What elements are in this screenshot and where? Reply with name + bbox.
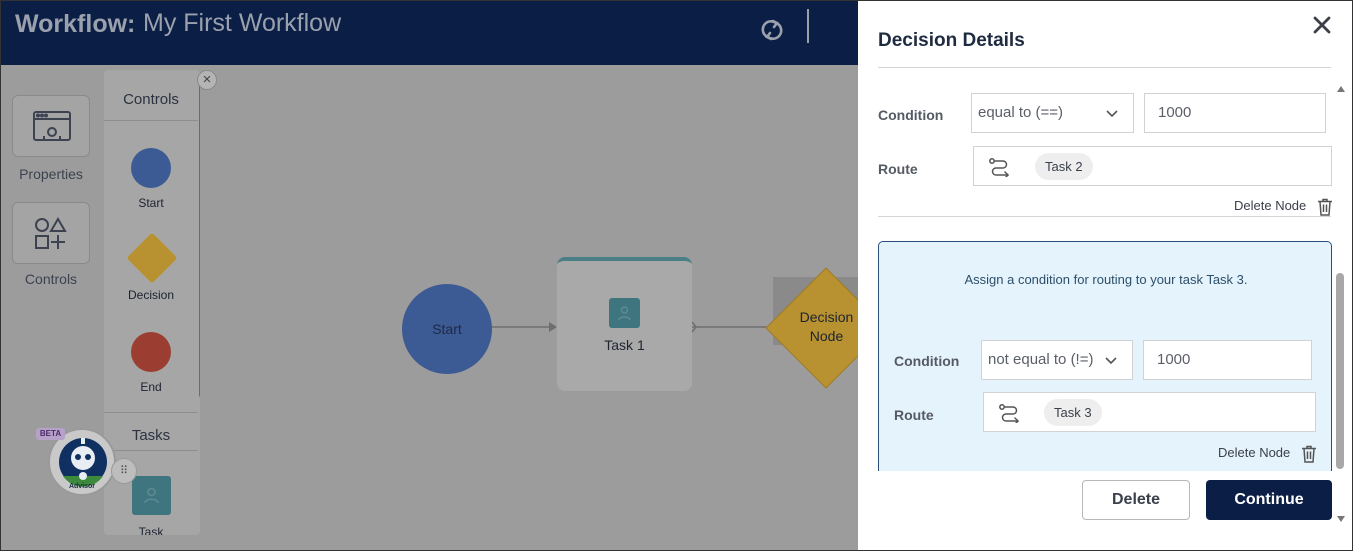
- chevron-down-icon: [1105, 357, 1117, 365]
- rule2-operator-select[interactable]: not equal to (!=): [981, 340, 1133, 380]
- continue-button[interactable]: Continue: [1206, 480, 1332, 520]
- rule2-operator-value: not equal to (!=): [988, 351, 1094, 368]
- beta-badge: BETA: [36, 428, 65, 440]
- chevron-down-icon: [1106, 110, 1118, 118]
- canvas-node-task[interactable]: Task 1: [557, 257, 692, 391]
- rule2-delete-node-link[interactable]: Delete Node: [1218, 445, 1290, 460]
- canvas-node-start-label: Start: [432, 321, 462, 337]
- trash-icon[interactable]: [1301, 445, 1317, 463]
- scroll-thumb[interactable]: [1336, 273, 1344, 469]
- rule2-route-label: Route: [894, 407, 934, 423]
- workflow-canvas[interactable]: Properties Controls Controls Start Decis…: [1, 65, 858, 550]
- header-divider: [807, 9, 809, 43]
- workflow-header: Workflow: My First Workflow: [1, 1, 858, 65]
- route-icon: [999, 404, 1020, 423]
- scroll-up-arrow-icon[interactable]: [1337, 86, 1345, 92]
- rule2-route-field[interactable]: Task 3: [983, 392, 1316, 432]
- drawer-title: Decision Details: [878, 30, 1025, 51]
- workflow-name[interactable]: My First Workflow: [143, 9, 341, 38]
- rule2-condition-label: Condition: [894, 353, 960, 369]
- scroll-down-arrow-icon[interactable]: [1337, 516, 1345, 522]
- app-root: Workflow: My First Workflow Properties C…: [0, 0, 1353, 551]
- workflow-label: Workflow:: [15, 10, 136, 38]
- canvas-node-start[interactable]: Start: [402, 284, 492, 374]
- robot-icon: [59, 438, 107, 487]
- rule2-value-input[interactable]: 1000: [1143, 340, 1312, 380]
- rule1-route-field[interactable]: Task 2: [973, 146, 1332, 186]
- rule1-value-text: 1000: [1158, 104, 1192, 121]
- rule1-value-input[interactable]: 1000: [1144, 93, 1326, 133]
- rule1-condition-label: Condition: [878, 107, 944, 123]
- task-node-icon: [609, 298, 640, 328]
- rule2-card: Assign a condition for routing to your t…: [878, 241, 1332, 481]
- rule2-message: Assign a condition for routing to your t…: [964, 272, 1248, 287]
- rule2-value-text: 1000: [1157, 351, 1191, 368]
- user-icon: [618, 306, 631, 321]
- rule1-route-chip[interactable]: Task 2: [1035, 153, 1093, 180]
- advisor-label: Advisor: [68, 483, 96, 490]
- rule1-route-label: Route: [878, 161, 918, 177]
- decision-details-drawer: Decision Details Condition equal to (==)…: [858, 1, 1352, 550]
- drag-handle-icon[interactable]: ⠿: [111, 458, 137, 484]
- canvas-node-task-label: Task 1: [604, 337, 645, 353]
- sync-icon[interactable]: [757, 15, 787, 45]
- drawer-header-divider: [878, 67, 1331, 68]
- rule1-delete-node-link[interactable]: Delete Node: [1234, 198, 1306, 213]
- delete-button[interactable]: Delete: [1082, 480, 1190, 520]
- close-icon[interactable]: [1310, 13, 1334, 37]
- trash-icon[interactable]: [1317, 198, 1333, 216]
- route-icon: [989, 158, 1010, 177]
- rule-divider: [878, 216, 1331, 217]
- rule1-operator-select[interactable]: equal to (==): [971, 93, 1134, 133]
- rule2-route-chip[interactable]: Task 3: [1044, 399, 1102, 426]
- rule1-operator-value: equal to (==): [978, 104, 1064, 121]
